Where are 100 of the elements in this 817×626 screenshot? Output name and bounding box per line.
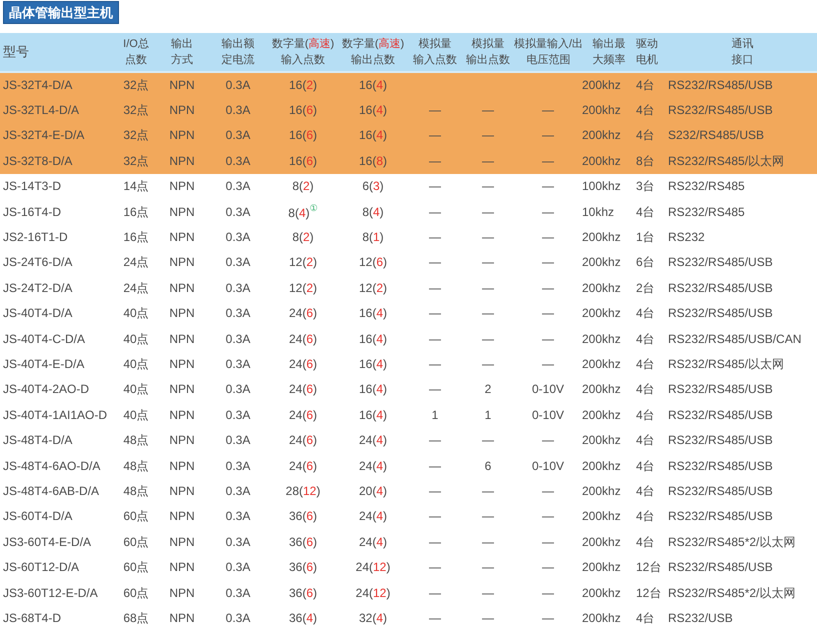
table-cell: 16点: [123, 230, 149, 244]
table-cell: —: [429, 179, 441, 194]
table-cell: 60点: [123, 560, 149, 574]
table-cell: 200khz: [582, 433, 621, 448]
table-cell: 0.3A: [226, 179, 250, 194]
table-cell: 16(4): [358, 103, 388, 118]
table-cell: RS232/RS485/以太网: [668, 356, 784, 371]
table-cell: 36(6): [288, 586, 318, 600]
table-cell: —: [429, 128, 441, 142]
table-cell: —: [482, 586, 494, 600]
table-cell: NPN: [169, 408, 195, 422]
table-cell: 16点: [123, 204, 149, 219]
table-cell: 200khz: [582, 586, 621, 600]
column-header: 驱动 电机: [636, 37, 658, 68]
table-cell: 0.3A: [226, 509, 250, 524]
table-cell: 28(12): [286, 484, 320, 498]
column-header: 模拟量输入/出 电压范围: [514, 36, 584, 68]
table-cell: RS232/RS485*2/以太网: [668, 586, 796, 600]
table-cell: 0.3A: [226, 204, 250, 219]
table-cell: 48点: [123, 484, 149, 498]
table-cell: 40点: [123, 382, 149, 396]
table-cell: RS232/RS485/USB: [668, 509, 773, 524]
table-cell: —: [429, 356, 441, 371]
table-cell: 200khz: [582, 103, 621, 118]
table-cell: JS-32TL4-D/A: [3, 103, 80, 118]
table-cell: —: [542, 332, 554, 346]
table-cell: 4台: [636, 103, 655, 118]
table-cell: 4台: [636, 458, 655, 473]
table-cell: —: [482, 128, 494, 142]
table-cell: 6(3): [362, 179, 384, 194]
table-cell: 0-10V: [532, 382, 564, 396]
table-cell: —: [482, 484, 494, 498]
table-cell: 4台: [636, 332, 655, 346]
section-title: 晶体管输出型主机: [3, 1, 119, 24]
table-cell: 24(4): [358, 534, 388, 549]
table-cell: 40点: [123, 356, 149, 371]
table-cell: 4台: [636, 128, 655, 142]
table-cell: 12(6): [358, 255, 388, 270]
table-cell: 4台: [636, 408, 655, 422]
table-cell: 0.3A: [226, 128, 250, 142]
table-cell: 16(4): [358, 382, 388, 396]
table-cell: 8(4): [288, 206, 310, 220]
table-cell: 4台: [636, 204, 655, 219]
column-header: I/O总 点数: [123, 37, 149, 68]
table-cell: —: [429, 255, 441, 270]
table-cell: JS-48T4-6AO-D/A: [3, 458, 100, 473]
table-cell: RS232/RS485: [668, 179, 745, 194]
table-cell: 2台: [636, 280, 655, 295]
table-cell: 12(2): [358, 280, 388, 295]
table-cell: —: [429, 382, 441, 396]
table-cell: NPN: [169, 509, 195, 524]
table-cell: 200khz: [582, 560, 621, 574]
table-cell: —: [542, 509, 554, 524]
table-cell: NPN: [169, 382, 195, 396]
table-cell: —: [482, 255, 494, 270]
table-cell: 0.3A: [226, 433, 250, 448]
table-cell: RS232/RS485/USB: [668, 306, 773, 320]
table-cell: NPN: [169, 586, 195, 600]
table-cell: 1台: [636, 230, 655, 244]
table-cell: 4台: [636, 610, 655, 625]
table-cell: 24(12): [356, 586, 390, 600]
table-cell: —: [542, 204, 554, 219]
table-cell: RS232/RS485/USB/CAN: [668, 332, 802, 346]
table-cell: NPN: [169, 356, 195, 371]
table-cell: JS-40T4-C-D/A: [3, 332, 86, 346]
table-cell: 20(4): [358, 484, 388, 498]
table-cell: NPN: [169, 103, 195, 118]
table-cell: 12(2): [288, 255, 318, 270]
table-cell: RS232/RS485/USB: [668, 280, 773, 295]
table-cell: 200khz: [582, 306, 621, 320]
table-cell: 16(4): [358, 306, 388, 320]
table-cell: 24(4): [358, 433, 388, 448]
table-cell: 0.3A: [226, 280, 250, 295]
table-cell: JS3-60T12-E-D/A: [3, 586, 98, 600]
table-cell: 8(4): [362, 204, 384, 219]
table-cell: —: [429, 332, 441, 346]
table-cell: —: [482, 560, 494, 574]
table-cell: —: [542, 179, 554, 194]
table-cell: NPN: [169, 255, 195, 270]
table-cell: 24(6): [288, 306, 318, 320]
table-cell: —: [542, 255, 554, 270]
table-cell: 0.3A: [226, 560, 250, 574]
table-cell: JS-24T2-D/A: [3, 280, 72, 295]
table-cell: JS-48T4-6AB-D/A: [3, 484, 100, 498]
table-cell: 0-10V: [532, 408, 564, 422]
table-cell: NPN: [169, 128, 195, 142]
table-cell: 0.3A: [226, 332, 250, 346]
table-cell: —: [542, 560, 554, 574]
table-cell: 200khz: [582, 610, 621, 625]
table-cell: —: [542, 103, 554, 118]
table-cell: 32(4): [358, 610, 388, 625]
table-cell: JS-16T4-D: [3, 204, 62, 219]
table-cell: 0.3A: [226, 230, 250, 244]
table-cell: 4台: [636, 382, 655, 396]
table-cell: 16(4): [358, 78, 388, 92]
table-cell: 200khz: [582, 332, 621, 346]
column-header: 模拟量 输出点数: [466, 36, 510, 68]
table-cell: 0.3A: [226, 484, 250, 498]
column-header: 数字量(高速) 输入点数: [272, 36, 334, 68]
table-cell: RS232: [668, 230, 705, 244]
